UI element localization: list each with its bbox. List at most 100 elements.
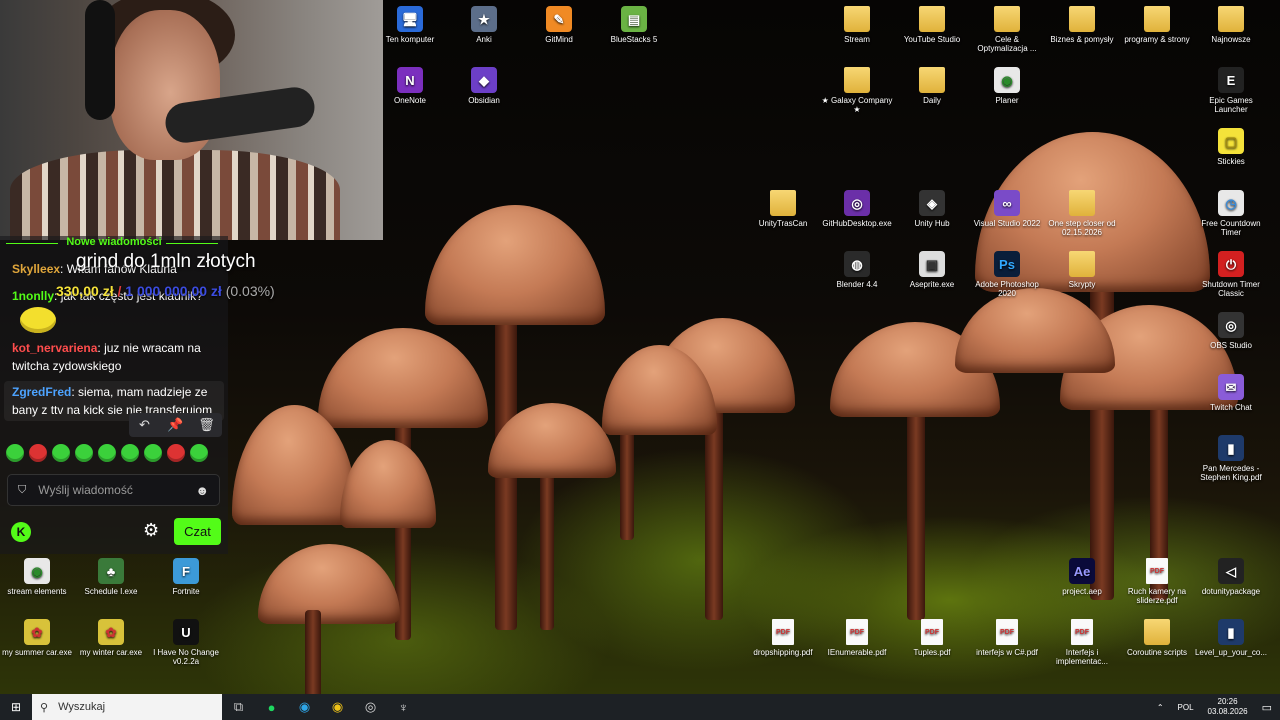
folder-icon (1069, 6, 1095, 32)
chat-message: kot_nervariena: juz nie wracam na twitch… (12, 341, 201, 373)
emote-button[interactable] (29, 444, 47, 462)
emote-button[interactable] (98, 444, 116, 462)
desktop-icon-anki[interactable]: ★ Anki (447, 6, 521, 44)
desktop-icon-label: Fortnite (172, 587, 200, 596)
chevron-up-icon[interactable]: ⌃ (1157, 703, 1164, 712)
pin-icon[interactable]: 📌 (160, 413, 191, 437)
desktop-icon-label: Biznes & pomysły (1050, 35, 1114, 44)
chat-emote-pepe (20, 307, 56, 333)
taskbar-search-label: Wyszukaj (58, 701, 106, 713)
emoji-picker-icon[interactable]: ☻ (195, 483, 209, 498)
chat-username[interactable]: ZgredFred (12, 385, 71, 399)
desktop-icon-planer[interactable]: ◉ Planer (970, 67, 1044, 105)
desktop-icon-countdown[interactable]: ◷ Free Countdown Timer (1194, 190, 1268, 237)
desktop-icon-epic[interactable]: E Epic Games Launcher (1194, 67, 1268, 114)
desktop-icon-aseprite[interactable]: ▣ Aseprite.exe (895, 251, 969, 289)
desktop-icon-fortnite[interactable]: F Fortnite (149, 558, 223, 596)
chat-username[interactable]: 1nonlly (12, 289, 54, 303)
emote-button[interactable] (6, 444, 24, 462)
desktop-icon-vs2022[interactable]: ∞ Visual Studio 2022 (970, 190, 1044, 228)
desktop-icon-cele[interactable]: Cele & Optymalizacja ... (970, 6, 1044, 53)
desktop-icon-shutdown[interactable]: ⏻ Shutdown Timer Classic (1194, 251, 1268, 298)
desktop-icon-interfejs-impl[interactable]: PDF Interfejs i implementac... (1045, 619, 1119, 666)
chat-message-input[interactable] (38, 483, 169, 497)
desktop-icon-obsidian[interactable]: ◆ Obsidian (447, 67, 521, 105)
desktop-icon-label: Blender 4.4 (836, 280, 878, 289)
edge-icon[interactable]: ◉ (288, 699, 321, 715)
desktop-icon-interfejs-csharp[interactable]: PDF interfejs w C#.pdf (970, 619, 1044, 657)
folder-icon (1069, 190, 1095, 216)
desktop-icon-youtube-studio[interactable]: YouTube Studio (895, 6, 969, 44)
emote-button[interactable] (52, 444, 70, 462)
desktop-icon-label: Stream (844, 35, 870, 44)
desktop-icon-onestep[interactable]: One step closer od 02.15.2026 (1045, 190, 1119, 237)
trash-icon[interactable]: 🗑 (191, 413, 222, 437)
desktop-icon-project-aep[interactable]: Ae project.aep (1045, 558, 1119, 596)
desktop-icon-daily[interactable]: Daily (895, 67, 969, 105)
desktop-icon-onenote[interactable]: N OneNote (373, 67, 447, 105)
desktop-icon-photoshop[interactable]: Ps Adobe Photoshop 2020 (970, 251, 1044, 298)
desktop-icon-ruch-kamery[interactable]: PDF Ruch kamery na sliderze.pdf (1120, 558, 1194, 605)
emote-button[interactable] (190, 444, 208, 462)
desktop-icon-coroutine[interactable]: Coroutine scripts (1120, 619, 1194, 657)
desktop-icon-levelup[interactable]: ▮ Level_up_your_co... (1194, 619, 1268, 657)
emote-button[interactable] (144, 444, 162, 462)
taskbar-search[interactable]: ⚲ Wyszukaj (32, 694, 222, 720)
clock[interactable]: 20:26 03.08.2026 (1208, 697, 1248, 717)
folder-icon (844, 67, 870, 93)
desktop-icon-ihavenochange[interactable]: U I Have No Change v0.2.2a (149, 619, 223, 666)
twitch-chat-icon: ✉ (1218, 374, 1244, 400)
obs-icon[interactable]: ◎ (354, 699, 387, 715)
notification-icon[interactable]: ▭ (1262, 701, 1272, 714)
desktop-icon-summer[interactable]: ✿ my summer car.exe (0, 619, 74, 657)
chat-username[interactable]: Skylleex (12, 262, 60, 276)
desktop-icon-obs[interactable]: ◎ OBS Studio (1194, 312, 1268, 350)
desktop-icon-label: Skrypty (1068, 280, 1096, 289)
desktop-icon-dropshipping[interactable]: PDF dropshipping.pdf (746, 619, 820, 657)
emote-button[interactable] (121, 444, 139, 462)
desktop-icon-gitmind[interactable]: ✎ GitMind (522, 6, 596, 44)
alien-app-icon[interactable]: ♆ (387, 700, 420, 715)
emote-button[interactable] (167, 444, 185, 462)
desktop-icon-ienumerable[interactable]: PDF IEnumerable.pdf (820, 619, 894, 657)
desktop-icon-winter[interactable]: ✿ my winter car.exe (74, 619, 148, 657)
desktop-icon-skrypty[interactable]: Skrypty (1045, 251, 1119, 289)
desktop-icon-streamelements[interactable]: ◉ stream elements (0, 558, 74, 596)
language-indicator[interactable]: POL (1178, 703, 1194, 712)
desktop-icon-schedule[interactable]: ♣ Schedule I.exe (74, 558, 148, 596)
emote-button[interactable] (75, 444, 93, 462)
desktop-icon-label: Obsidian (468, 96, 500, 105)
desktop-icon-blender[interactable]: ◍ Blender 4.4 (820, 251, 894, 289)
fortnite-icon: F (173, 558, 199, 584)
desktop-icon-stream[interactable]: Stream (820, 6, 894, 44)
desktop-icon-unitytrascan[interactable]: UnityTrasCan (746, 190, 820, 228)
desktop-icon-unityhub[interactable]: ◈ Unity Hub (895, 190, 969, 228)
desktop-icon-label: Planer (995, 96, 1019, 105)
reply-icon[interactable]: ↶ (129, 413, 160, 437)
desktop-icon-dotunity[interactable]: ◁ dotunitypackage (1194, 558, 1268, 596)
send-chat-button[interactable]: Czat (174, 518, 221, 545)
desktop-icon-najnowsze[interactable]: Najnowsze (1194, 6, 1268, 44)
pdf-icon: PDF (772, 619, 794, 645)
desktop-icon-galaxy[interactable]: ★ Galaxy Company ★ (820, 67, 894, 114)
desktop-icon-label: GitMind (545, 35, 573, 44)
desktop-icon-programy[interactable]: programy & strony (1120, 6, 1194, 44)
desktop-icon-ten-komputer[interactable]: 🖥 Ten komputer (373, 6, 447, 44)
desktop-icon-twitchchat[interactable]: ✉ Twitch Chat (1194, 374, 1268, 412)
desktop-icon-bluestacks[interactable]: ▤ BlueStacks 5 (597, 6, 671, 44)
spotify-icon[interactable]: ● (255, 700, 288, 715)
desktop-icon-panmercedes[interactable]: ▮ Pan Mercedes - Stephen King.pdf (1194, 435, 1268, 482)
desktop-icon-github[interactable]: ◎ GitHubDesktop.exe (820, 190, 894, 228)
desktop-icon-tuples[interactable]: PDF Tuples.pdf (895, 619, 969, 657)
chrome-icon[interactable]: ◉ (321, 699, 354, 715)
message-action-bar: ↶ 📌 🗑 (129, 413, 222, 437)
chat-username[interactable]: kot_nervariena (12, 341, 97, 355)
task-view-icon[interactable]: ⧉ (222, 699, 255, 715)
settings-gear-icon[interactable]: ⚙ (143, 520, 159, 541)
desktop-icon-biznes[interactable]: Biznes & pomysły (1045, 6, 1119, 44)
chat-footer: K ⚙ Czat (0, 516, 228, 550)
windows-start-icon[interactable]: ⊞ (0, 700, 32, 714)
kick-logo-icon[interactable]: K (11, 522, 31, 542)
desktop-icon-stickies[interactable]: ▢ Stickies (1194, 128, 1268, 166)
obs-icon: ◎ (1218, 312, 1244, 338)
